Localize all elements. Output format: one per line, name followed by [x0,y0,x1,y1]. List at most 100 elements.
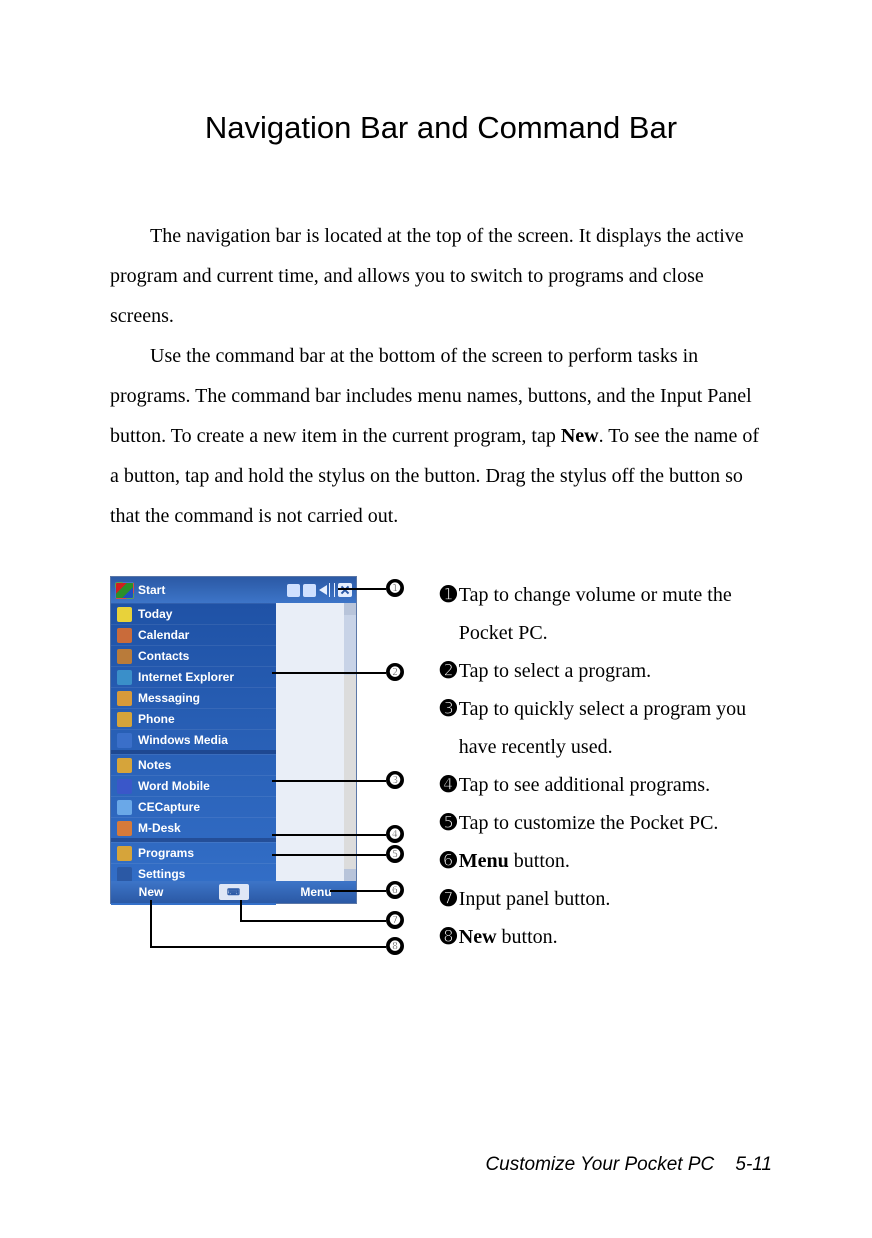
menu-label: Word Mobile [138,779,210,793]
signal-icon[interactable] [303,584,316,597]
callout-bubble-7: ➐ [386,911,404,929]
windows-media-icon [117,733,132,748]
page-title: Navigation Bar and Command Bar [110,110,772,146]
notes-icon [117,758,132,773]
scroll-thumb[interactable] [344,615,356,675]
close-icon[interactable] [338,583,352,597]
legend-num: ➏ [440,842,457,880]
page-footer: Customize Your Pocket PC 5-11 [485,1154,772,1176]
legend-text: Tap to change volume or mute the Pocket … [457,576,772,652]
legend-text: New button. [457,918,558,956]
windows-flag-icon [115,582,134,599]
menu-item-calendar[interactable]: Calendar [111,624,276,645]
legend-item-2: ➋Tap to select a program. [440,652,772,690]
paragraph-2: Use the command bar at the bottom of the… [110,336,772,536]
menu-label: Settings [138,867,185,881]
callout-line [150,900,152,948]
status-tray [287,583,352,597]
callout-line [150,946,386,948]
nav-bar[interactable]: Start [111,577,356,603]
legend-num: ➎ [440,804,457,842]
menu-label: M-Desk [138,821,181,835]
menu-item-cecapture[interactable]: CECapture [111,796,276,817]
menu-item-today[interactable]: Today [111,603,276,624]
legend: ➊Tap to change volume or mute the Pocket… [430,576,772,976]
menu-label: CECapture [138,800,200,814]
legend-text: Tap to quickly select a program you have… [457,690,772,766]
legend-item-3: ➌Tap to quickly select a program you hav… [440,690,772,766]
legend-num: ➐ [440,880,457,918]
menu-item-programs[interactable]: Programs [111,842,276,863]
paragraph-2-bold-new: New [561,425,599,447]
calendar-icon [117,628,132,643]
figure-area: Start Today Calendar [110,576,430,976]
word-icon [117,779,132,794]
legend-text: Menu button. [457,842,570,880]
callout-line [272,780,386,782]
messaging-icon [117,691,132,706]
callout-line [272,672,386,674]
menu-item-phone[interactable]: Phone [111,708,276,729]
scroll-up-icon[interactable] [344,603,356,615]
ie-icon [117,670,132,685]
callout-line [338,588,386,590]
callout-line [272,834,386,836]
legend-item-1: ➊Tap to change volume or mute the Pocket… [440,576,772,652]
legend-item-6: ➏Menu button. [440,842,772,880]
callout-line [240,920,386,922]
legend-text: Tap to see additional programs. [457,766,710,804]
legend-num: ➋ [440,652,457,690]
connectivity-icon[interactable] [287,584,300,597]
scroll-down-icon[interactable] [344,869,356,881]
callout-bubble-1: ➊ [386,579,404,597]
volume-icon[interactable] [319,583,335,597]
legend-item-7: ➐Input panel button. [440,880,772,918]
menu-item-notes[interactable]: Notes [111,754,276,775]
settings-icon [117,867,132,882]
callout-bubble-2: ➋ [386,663,404,681]
callout-line [272,854,386,856]
legend-num: ➊ [440,576,457,652]
footer-page-number: 5-11 [735,1154,772,1175]
callout-bubble-8: ➑ [386,937,404,955]
menu-label: Messaging [138,691,200,705]
command-bar: New ⌨ Menu [111,881,356,903]
menu-label: Today [138,607,172,621]
menu-label: Calendar [138,628,189,642]
today-icon [117,607,132,622]
menu-label: Phone [138,712,175,726]
start-label[interactable]: Start [138,583,165,597]
menu-item-windows-media[interactable]: Windows Media [111,729,276,750]
callout-bubble-3: ➌ [386,771,404,789]
legend-num: ➍ [440,766,457,804]
mdesk-icon [117,821,132,836]
legend-item-5: ➎Tap to customize the Pocket PC. [440,804,772,842]
callout-line [330,890,386,892]
menu-item-messaging[interactable]: Messaging [111,687,276,708]
footer-section: Customize Your Pocket PC [485,1154,714,1175]
menu-item-mdesk[interactable]: M-Desk [111,817,276,838]
menu-label: Programs [138,846,194,860]
legend-num: ➑ [440,918,457,956]
menu-label: Notes [138,758,171,772]
menu-label: Windows Media [138,733,228,747]
legend-item-8: ➑New button. [440,918,772,956]
cecapture-icon [117,800,132,815]
legend-text: Tap to customize the Pocket PC. [457,804,719,842]
menu-label: Internet Explorer [138,670,234,684]
legend-item-4: ➍Tap to see additional programs. [440,766,772,804]
menu-button[interactable]: Menu [276,885,356,899]
new-button[interactable]: New [111,885,191,899]
input-panel-button[interactable]: ⌨ [219,884,249,900]
programs-icon [117,846,132,861]
menu-item-internet-explorer[interactable]: Internet Explorer [111,666,276,687]
menu-item-word-mobile[interactable]: Word Mobile [111,775,276,796]
callout-bubble-5: ➎ [386,845,404,863]
callout-bubble-4: ➍ [386,825,404,843]
legend-num: ➌ [440,690,457,766]
callout-line [240,900,242,922]
start-menu: Today Calendar Contacts Internet Explore… [111,603,276,905]
scrollbar[interactable] [344,603,356,881]
menu-item-contacts[interactable]: Contacts [111,645,276,666]
legend-text: Tap to select a program. [457,652,651,690]
